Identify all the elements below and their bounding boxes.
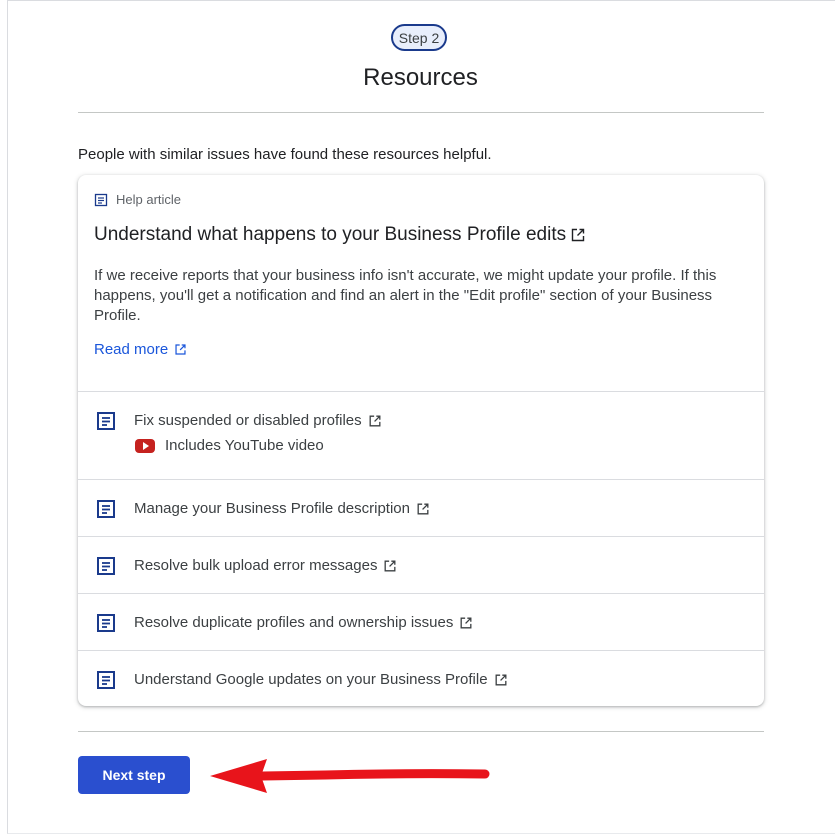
external-link-icon	[369, 415, 381, 426]
external-link-icon	[175, 344, 186, 355]
external-link-icon	[385, 560, 396, 571]
resource-link[interactable]: Fix suspended or disabled profiles	[134, 412, 382, 429]
resource-link[interactable]: Manage your Business Profile description	[134, 500, 430, 517]
article-type-text: Help article	[116, 192, 182, 207]
resource-link[interactable]: Resolve bulk upload error messages	[134, 557, 397, 574]
resource-label[interactable]: Fix suspended or disabled profiles	[134, 412, 362, 429]
resource-label[interactable]: Resolve bulk upload error messages	[134, 557, 377, 574]
resource-item[interactable]: Resolve bulk upload error messages	[78, 536, 764, 593]
document-icon	[97, 614, 115, 632]
document-icon	[97, 557, 115, 575]
external-link-icon	[460, 617, 472, 628]
article-body: If we receive reports that your business…	[94, 267, 717, 324]
read-more-text[interactable]: Read more	[94, 341, 168, 358]
resource-item[interactable]: Manage your Business Profile description	[78, 479, 764, 536]
resource-item[interactable]: Resolve duplicate profiles and ownership…	[78, 593, 764, 650]
document-icon	[97, 671, 115, 689]
document-small-icon	[94, 193, 108, 206]
article-title-text[interactable]: Understand what happens to your Business…	[94, 224, 566, 246]
resource-item[interactable]: Understand Google updates on your Busine…	[78, 650, 764, 707]
resource-label[interactable]: Understand Google updates on your Busine…	[134, 671, 488, 688]
next-step-button[interactable]: Next step	[78, 756, 190, 794]
external-link-icon	[417, 503, 429, 514]
step-badge: Step 2	[391, 24, 447, 51]
featured-article: Help article Understand what happens to …	[78, 175, 764, 391]
resource-link[interactable]: Resolve duplicate profiles and ownership…	[134, 614, 473, 631]
document-icon	[97, 412, 115, 430]
resource-label[interactable]: Manage your Business Profile description	[134, 500, 410, 517]
resource-label[interactable]: Resolve duplicate profiles and ownership…	[134, 614, 453, 631]
external-link-icon	[571, 228, 585, 242]
article-title[interactable]: Understand what happens to your Business…	[94, 224, 586, 246]
resource-link[interactable]: Understand Google updates on your Busine…	[134, 671, 508, 688]
youtube-icon	[135, 438, 155, 453]
document-icon	[97, 500, 115, 518]
resources-card: Help article Understand what happens to …	[78, 175, 764, 706]
external-link-icon	[495, 674, 507, 685]
article-type-label: Help article	[94, 192, 181, 207]
page-title: Resources	[363, 64, 478, 91]
red-arrow-annotation	[210, 759, 490, 793]
read-more-link[interactable]: Read more	[94, 341, 187, 358]
divider-bottom	[78, 731, 764, 732]
intro-text: People with similar issues have found th…	[78, 146, 492, 163]
resource-item[interactable]: Fix suspended or disabled profiles Inclu…	[78, 391, 764, 479]
youtube-badge-text: Includes YouTube video	[165, 437, 324, 454]
youtube-badge: Includes YouTube video	[135, 437, 324, 454]
divider-top	[78, 112, 764, 113]
